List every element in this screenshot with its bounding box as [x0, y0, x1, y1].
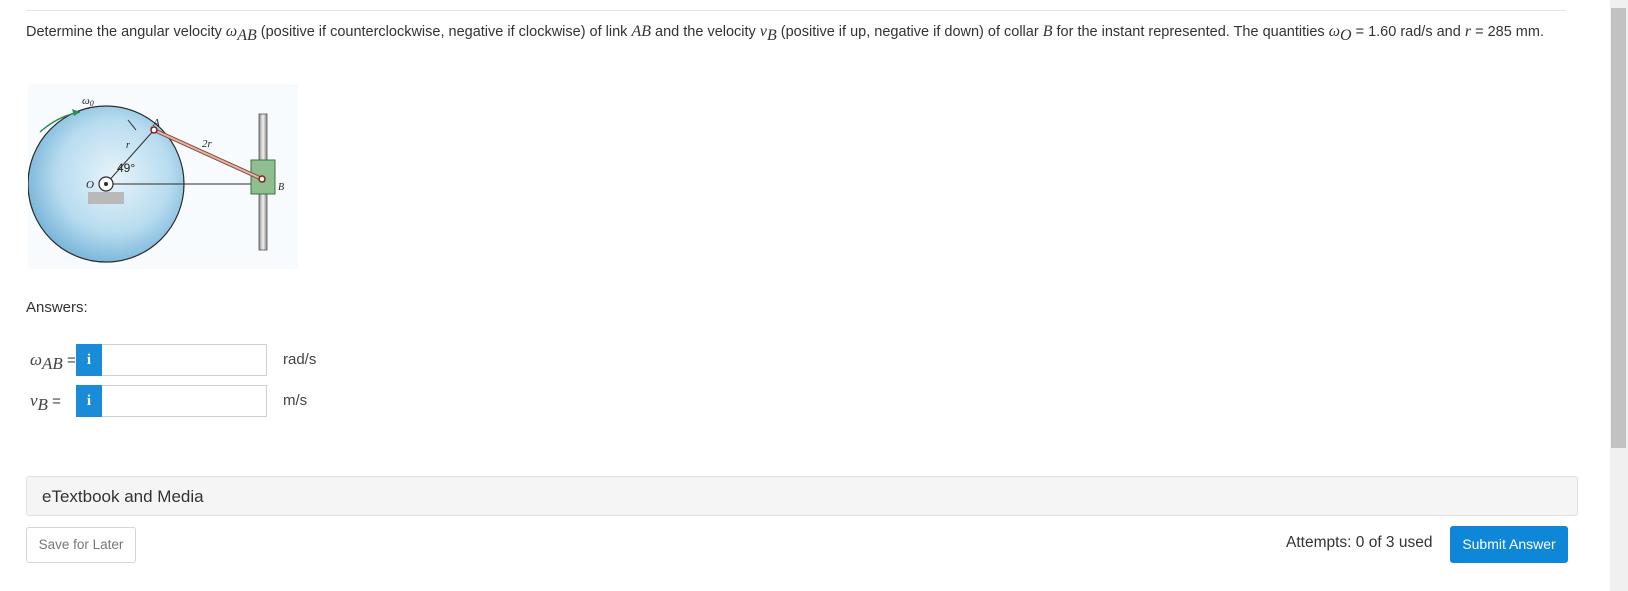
- angle-label: 49°: [117, 161, 135, 175]
- etextbook-label: eTextbook and Media: [42, 487, 204, 506]
- label-r: r: [126, 140, 130, 151]
- save-for-later-button[interactable]: Save for Later: [26, 527, 136, 563]
- omega-ab-input[interactable]: [102, 344, 267, 376]
- top-divider: [26, 10, 1566, 11]
- answers-heading: Answers:: [26, 299, 88, 316]
- pin-b: [258, 175, 266, 183]
- mechanism-diagram: ω0 A 2r r O 49° B: [28, 84, 298, 269]
- submit-answer-button[interactable]: Submit Answer: [1450, 526, 1568, 563]
- info-icon[interactable]: i: [76, 344, 102, 376]
- label-b: B: [278, 182, 284, 193]
- center-dot: [104, 182, 108, 186]
- vb-unit: m/s: [283, 392, 308, 409]
- vb-input[interactable]: [102, 385, 267, 417]
- omega-ab-unit: rad/s: [283, 351, 317, 368]
- vb-label: vB =: [30, 391, 61, 414]
- attempts-counter: Attempts: 0 of 3 used: [1286, 534, 1433, 551]
- etextbook-media-panel[interactable]: eTextbook and Media: [26, 476, 1578, 516]
- info-icon[interactable]: i: [76, 385, 102, 417]
- support-base: [88, 192, 124, 204]
- scrollbar-thumb[interactable]: [1611, 8, 1626, 448]
- label-a: A: [152, 117, 160, 129]
- label-2r: 2r: [202, 138, 213, 150]
- omega-ab-label: ωAB =: [30, 350, 76, 373]
- question-text: Determine the angular velocity ωAB (posi…: [26, 23, 1544, 44]
- label-o: O: [86, 179, 94, 191]
